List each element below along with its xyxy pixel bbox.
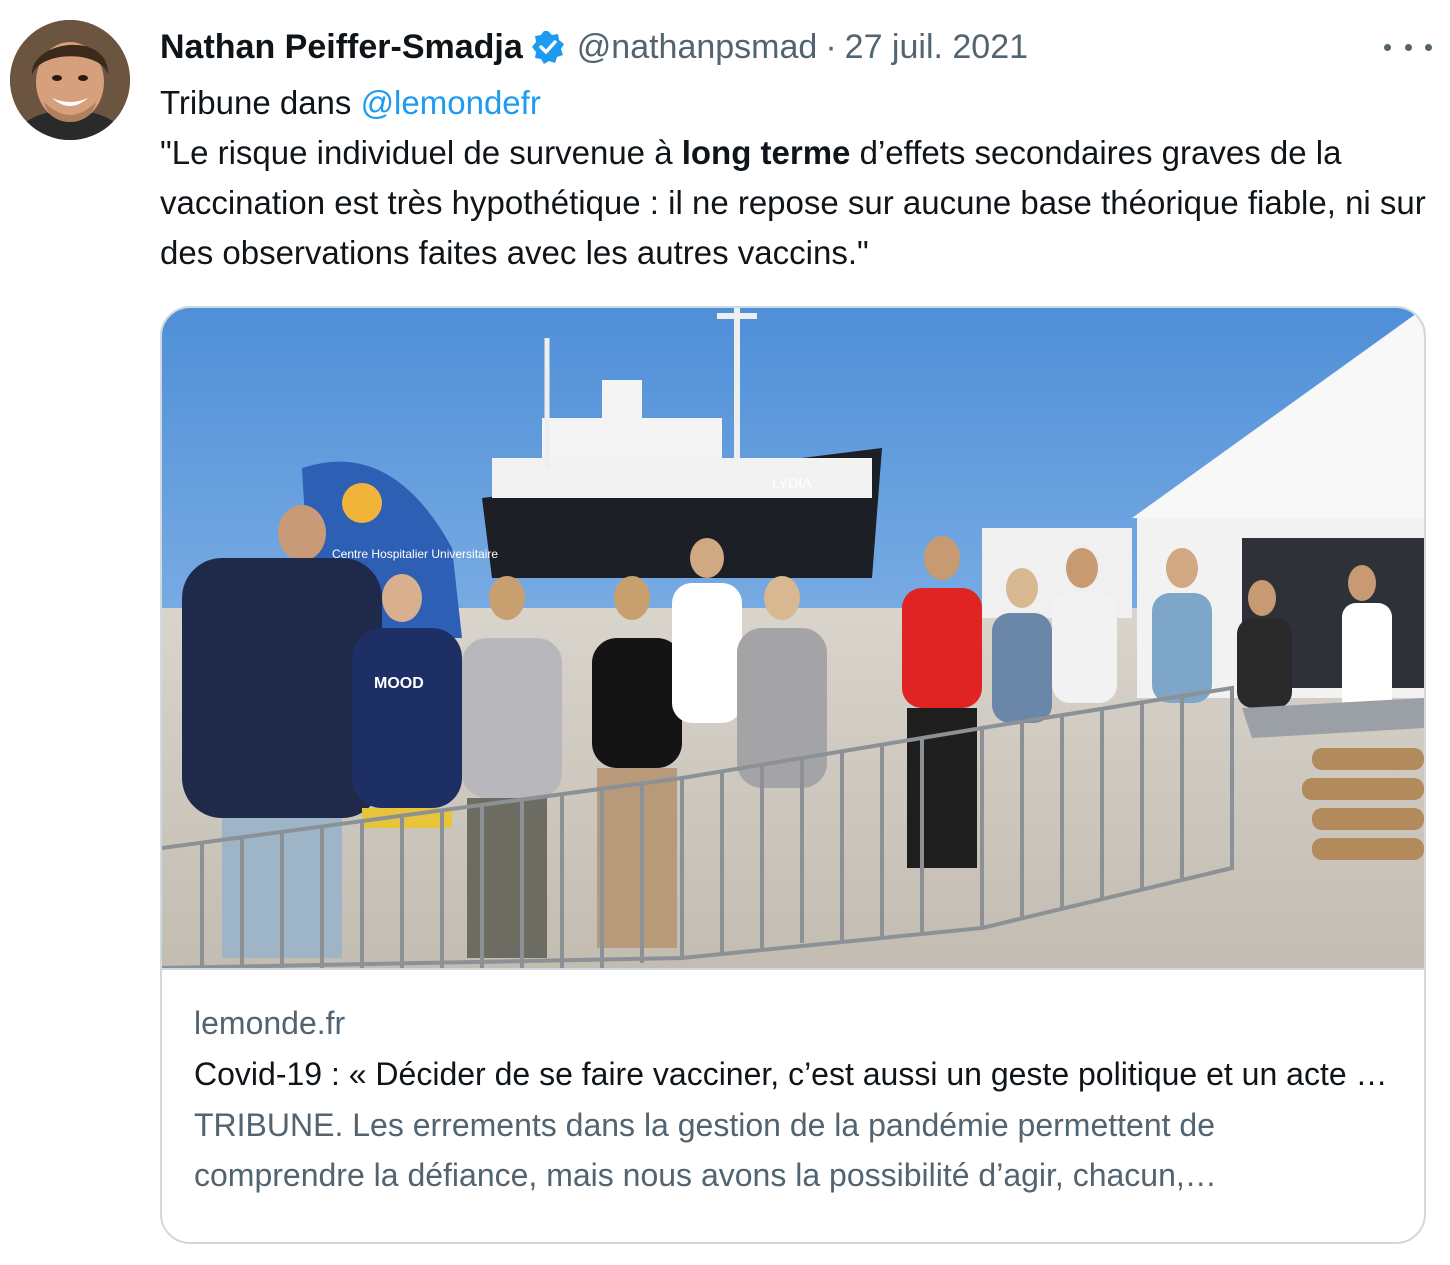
banner-label: Centre Hospitalier Universitaire: [332, 547, 498, 561]
ship-name-label: LYDIA: [772, 475, 812, 491]
header-separator: ·: [825, 27, 837, 66]
more-dot: [1384, 43, 1391, 51]
tweet-intro: Tribune dans @lemondefr: [160, 78, 1430, 128]
avatar-image: [10, 20, 130, 140]
avatar[interactable]: [10, 20, 130, 140]
quote-bold: long terme: [681, 134, 851, 171]
tweet-text: Tribune dans @lemondefr "Le risque indiv…: [160, 78, 1430, 278]
display-name[interactable]: Nathan Peiffer-Smadja: [160, 28, 523, 67]
card-image[interactable]: LYDIA Centre Hospitalier Universitaire M…: [162, 308, 1424, 970]
more-dot: [1425, 43, 1432, 51]
card-description: TRIBUNE. Les errements dans la gestion d…: [194, 1107, 1217, 1193]
verified-badge-icon: [531, 30, 565, 64]
link-card[interactable]: LYDIA Centre Hospitalier Universitaire M…: [160, 306, 1426, 1244]
card-domain: lemonde.fr: [194, 1005, 346, 1041]
intro-text: Tribune dans: [160, 84, 361, 121]
tweet-date[interactable]: 27 juil. 2021: [845, 28, 1028, 67]
card-body: lemonde.fr Covid-19 : « Décider de se fa…: [194, 998, 1394, 1200]
author-handle[interactable]: @nathanpsmad: [577, 28, 818, 67]
tweet-quote: "Le risque individuel de survenue à long…: [160, 128, 1430, 278]
tweet[interactable]: Nathan Peiffer-Smadja @nathanpsmad · 27 …: [0, 0, 1450, 1265]
mention-link[interactable]: @lemondefr: [361, 84, 541, 121]
card-title[interactable]: Covid-19 : « Décider de se faire vaccine…: [194, 1048, 1394, 1100]
card-photo: LYDIA Centre Hospitalier Universitaire M…: [162, 308, 1424, 968]
shirt-label: MOOD: [374, 675, 424, 692]
tweet-header: Nathan Peiffer-Smadja @nathanpsmad · 27 …: [160, 22, 1028, 72]
quote-part-1: "Le risque individuel de survenue à: [160, 134, 682, 171]
more-dot: [1404, 43, 1412, 51]
more-options-icon[interactable]: [1384, 30, 1432, 64]
